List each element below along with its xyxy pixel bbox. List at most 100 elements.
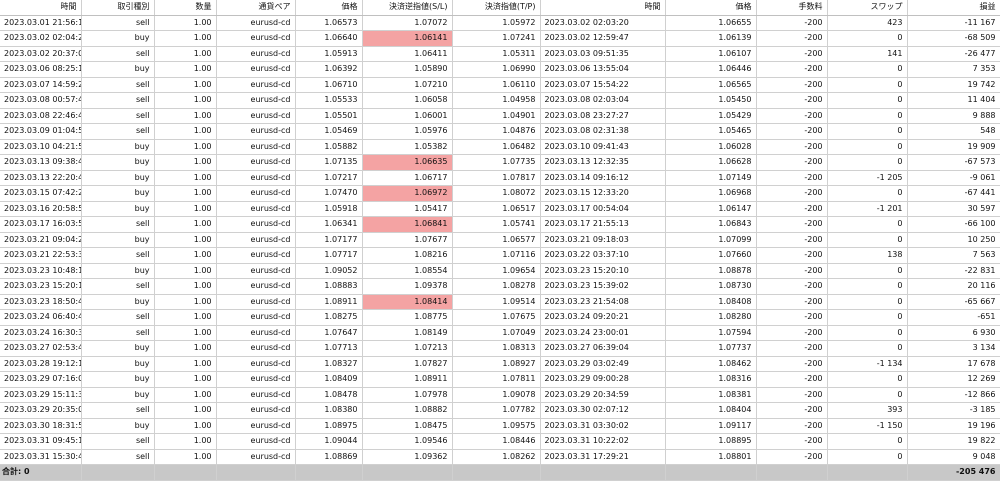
table-row[interactable]: 2023.03.15 07:42:28 buy 1.00 eurusd-cd 1.074… [0,185,1000,202]
col-header-close-time[interactable]: 時間 [540,0,666,16]
cell-open-price: 1.08275 [295,309,363,326]
table-row[interactable]: 2023.03.23 18:50:45 buy 1.00 eurusd-cd 1.089… [0,294,1000,310]
table-row[interactable]: 2023.03.24 06:40:47 sell 1.00 eurusd-cd 1.08… [0,309,1000,326]
table-row[interactable]: 2023.03.17 16:03:55 sell 1.00 eurusd-cd 1.06… [0,216,1000,233]
table-row[interactable]: 2023.03.09 01:04:57 sell 1.00 eurusd-cd 1.05… [0,123,1000,140]
cell-open-price: 1.08409 [295,371,363,388]
cell-close-price: 1.06628 [665,154,757,171]
cell-symbol: eurusd-cd [216,418,296,434]
cell-symbol: eurusd-cd [216,170,296,186]
cell-open-time: 2023.03.16 20:58:53 [0,201,82,217]
cell-close-price: 1.08316 [665,371,757,388]
cell-stop-loss: 1.06058 [362,92,453,109]
cell-volume: 1.00 [154,123,217,140]
cell-trade-type: buy [81,185,155,202]
cell-symbol: eurusd-cd [216,123,296,140]
cell-take-profit: 1.09514 [452,294,541,310]
cell-symbol: eurusd-cd [216,278,296,295]
table-row[interactable]: 2023.03.29 20:35:01 sell 1.00 eurusd-cd 1.08… [0,402,1000,419]
cell-volume: 1.00 [154,340,217,357]
table-row[interactable]: 2023.03.23 10:48:13 buy 1.00 eurusd-cd 1.090… [0,263,1000,279]
cell-close-price: 1.09117 [665,418,757,434]
cell-open-time: 2023.03.02 20:37:01 [0,46,82,62]
cell-commission: -200 [756,154,828,171]
table-row[interactable]: 2023.03.29 07:16:02 buy 1.00 eurusd-cd 1.084… [0,371,1000,388]
cell-symbol: eurusd-cd [216,449,296,465]
table-row[interactable]: 2023.03.02 02:04:24 buy 1.00 eurusd-cd 1.066… [0,30,1000,47]
table-row[interactable]: 2023.03.21 09:04:27 buy 1.00 eurusd-cd 1.071… [0,232,1000,248]
table-row[interactable]: 2023.03.02 20:37:01 sell 1.00 eurusd-cd 1.05… [0,46,1000,62]
col-header-symbol[interactable]: 通貨ペア [216,0,296,16]
cell-take-profit: 1.06110 [452,77,541,93]
table-row[interactable]: 2023.03.24 16:30:38 sell 1.00 eurusd-cd 1.07… [0,325,1000,341]
cell-swap: 0 [827,154,908,171]
col-header-take-profit[interactable]: 決済指値(T/P) [452,0,541,16]
cell-symbol: eurusd-cd [216,356,296,372]
cell-close-time: 2023.03.14 09:16:12 [540,170,666,186]
table-row[interactable]: 2023.03.08 00:57:48 sell 1.00 eurusd-cd 1.05… [0,92,1000,109]
cell-trade-type: sell [81,15,155,31]
table-row[interactable]: 2023.03.01 21:56:16 sell 1.00 eurusd-cd 1.06… [0,15,1000,31]
table-row[interactable]: 2023.03.13 09:38:40 buy 1.00 eurusd-cd 1.071… [0,154,1000,171]
cell-stop-loss: 1.08149 [362,325,453,341]
table-row[interactable]: 2023.03.06 08:25:11 buy 1.00 eurusd-cd 1.063… [0,61,1000,78]
col-header-open-price[interactable]: 価格 [295,0,363,16]
table-row[interactable]: 2023.03.16 20:58:53 buy 1.00 eurusd-cd 1.059… [0,201,1000,217]
table-row[interactable]: 2023.03.10 04:21:56 buy 1.00 eurusd-cd 1.058… [0,139,1000,155]
table-row[interactable]: 2023.03.08 22:46:42 sell 1.00 eurusd-cd 1.05… [0,108,1000,124]
cell-commission: -200 [756,216,828,233]
col-header-profit[interactable]: 損益 [907,0,1000,16]
cell-volume: 1.00 [154,201,217,217]
cell-trade-type: sell [81,449,155,465]
col-header-swap[interactable]: スワップ [827,0,908,16]
table-row[interactable]: 2023.03.27 02:53:42 buy 1.00 eurusd-cd 1.077… [0,340,1000,357]
cell-take-profit: 1.06577 [452,232,541,248]
cell-commission: -200 [756,340,828,357]
cell-swap: 0 [827,123,908,140]
cell-swap: 0 [827,30,908,47]
cell-profit: -651 [907,309,1000,326]
cell-stop-loss: 1.09362 [362,449,453,465]
table-header-row: 時間 取引種別 数量 通貨ペア 価格 決済逆指値(S/L) 決済指値(T/P) … [0,0,1000,16]
cell-commission: -200 [756,77,828,93]
total-profit: -205 476 [907,464,1000,481]
cell-profit: -65 667 [907,294,1000,310]
table-body: 2023.03.01 21:56:16 sell 1.00 eurusd-cd 1.06… [0,15,1000,465]
cell-profit: 17 678 [907,356,1000,372]
cell-close-time: 2023.03.21 09:18:03 [540,232,666,248]
cell-close-time: 2023.03.03 09:51:35 [540,46,666,62]
table-row[interactable]: 2023.03.23 15:20:11 sell 1.00 eurusd-cd 1.08… [0,278,1000,295]
table-row[interactable]: 2023.03.13 22:20:48 buy 1.00 eurusd-cd 1.072… [0,170,1000,186]
cell-stop-loss: 1.08911 [362,371,453,388]
cell-profit: -67 573 [907,154,1000,171]
cell-close-time: 2023.03.15 12:33:20 [540,185,666,202]
cell-stop-loss: 1.06411 [362,46,453,62]
col-header-close-price[interactable]: 価格 [665,0,757,16]
table-row[interactable]: 2023.03.31 15:30:43 sell 1.00 eurusd-cd 1.08… [0,449,1000,465]
cell-volume: 1.00 [154,433,217,450]
table-row[interactable]: 2023.03.28 19:12:13 buy 1.00 eurusd-cd 1.083… [0,356,1000,372]
col-header-open-time[interactable]: 時間 [0,0,82,16]
cell-swap: 138 [827,247,908,264]
table-row[interactable]: 2023.03.07 14:59:25 sell 1.00 eurusd-cd 1.06… [0,77,1000,93]
table-row[interactable]: 2023.03.31 09:45:11 sell 1.00 eurusd-cd 1.09… [0,433,1000,450]
cell-open-price: 1.06573 [295,15,363,31]
table-row[interactable]: 2023.03.21 22:53:30 sell 1.00 eurusd-cd 1.07… [0,247,1000,264]
cell-take-profit: 1.05741 [452,216,541,233]
cell-trade-type: sell [81,108,155,124]
cell-take-profit: 1.05972 [452,15,541,31]
col-header-volume[interactable]: 数量 [154,0,217,16]
cell-volume: 1.00 [154,30,217,47]
cell-close-price: 1.06565 [665,77,757,93]
trade-history-table: 時間 取引種別 数量 通貨ペア 価格 決済逆指値(S/L) 決済指値(T/P) … [0,0,1000,481]
col-header-trade-type[interactable]: 取引種別 [81,0,155,16]
cell-trade-type: buy [81,340,155,357]
col-header-commission[interactable]: 手数料 [756,0,828,16]
cell-take-profit: 1.04901 [452,108,541,124]
table-row[interactable]: 2023.03.29 15:11:31 buy 1.00 eurusd-cd 1.084… [0,387,1000,403]
cell-close-price: 1.05465 [665,123,757,140]
col-header-stop-loss[interactable]: 決済逆指値(S/L) [362,0,453,16]
table-row[interactable]: 2023.03.30 18:31:58 buy 1.00 eurusd-cd 1.089… [0,418,1000,434]
total-empty [756,464,828,481]
cell-profit: 12 269 [907,371,1000,388]
